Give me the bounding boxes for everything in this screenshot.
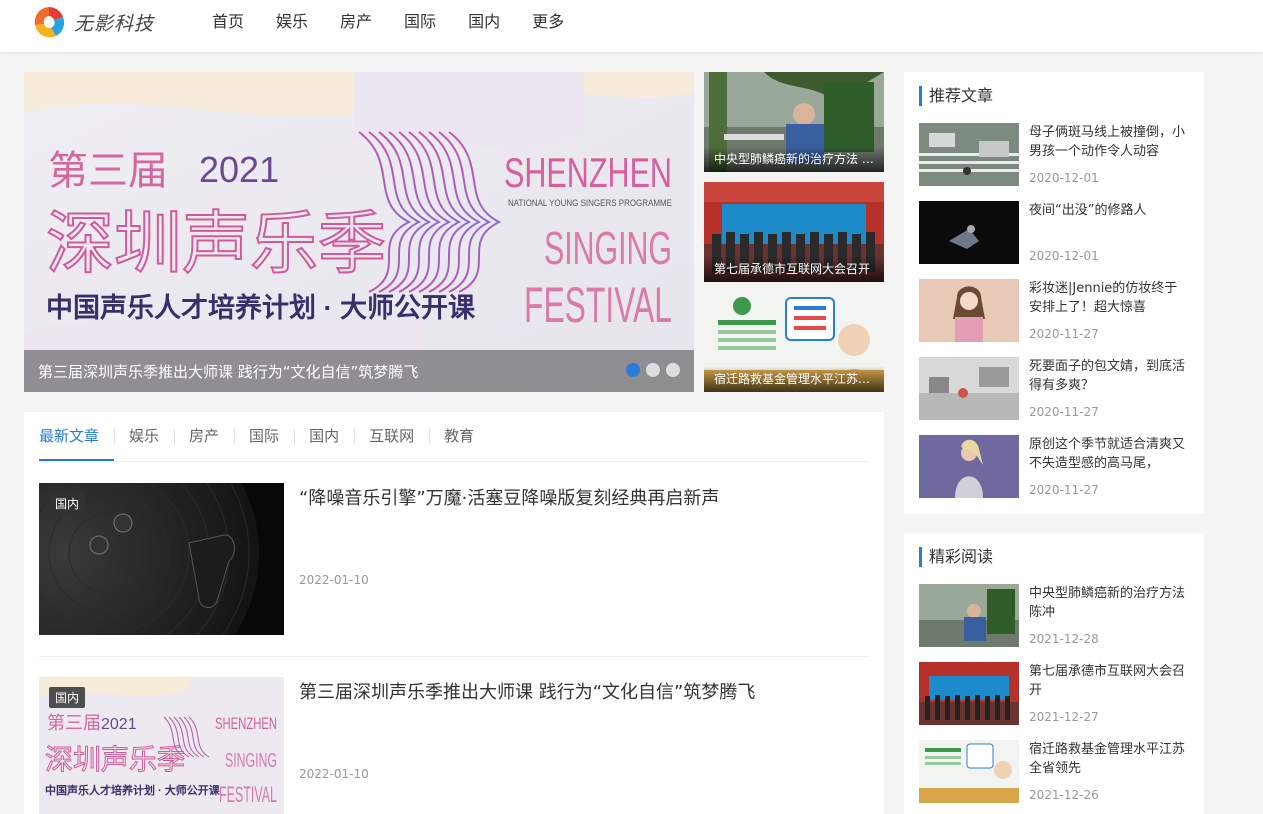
sidebar-thumb	[919, 357, 1019, 420]
slider-dots	[626, 363, 680, 377]
article-item[interactable]: 国内 “降噪音乐引擎”万魔·活塞豆降噪版复刻经典再启新声 2022-01-10	[39, 483, 869, 657]
nav-more[interactable]: 更多	[516, 0, 580, 44]
sidebar-thumb	[919, 584, 1019, 647]
article-date: 2022-01-10	[299, 767, 369, 781]
slider-dot-3[interactable]	[666, 363, 680, 377]
nav-realestate[interactable]: 房产	[324, 0, 388, 44]
festival-thumb-en3: FESTIVAL	[219, 782, 277, 807]
tab-education[interactable]: 教育	[429, 412, 489, 461]
banner-big-title: 深圳声乐季	[46, 206, 386, 282]
festival-thumb-sub: 中国声乐人才培养计划 · 大师公开课	[45, 783, 221, 797]
logo-icon	[34, 7, 65, 38]
sidebar-thumb	[919, 279, 1019, 342]
sidebar-article-date: 2020-11-27	[1029, 483, 1099, 497]
sidebar-thumb	[919, 662, 1019, 725]
sidebar-article-date: 2020-12-01	[1029, 249, 1099, 263]
festival-thumb-line1: 第三届	[47, 713, 101, 733]
sidebar-article[interactable]: 宿迁路救基金管理水平江苏全省领先 2021-12-26	[919, 740, 1189, 804]
sidebar-article-date: 2020-11-27	[1029, 405, 1099, 419]
category-tabs: 最新文章 娱乐 房产 国际 国内 互联网 教育	[39, 412, 869, 462]
festival-thumb-en2: SINGING	[225, 750, 277, 772]
tab-realestate[interactable]: 房产	[174, 412, 234, 461]
sidebar-article[interactable]: 彩妆迷|Jennie的仿妆终于安排上了！超大惊喜 2020-11-27	[919, 279, 1189, 343]
article-list-panel: 最新文章 娱乐 房产 国际 国内 互联网 教育 国内 “降噪音乐引擎”万魔·活塞…	[24, 412, 884, 814]
tab-latest[interactable]: 最新文章	[39, 412, 115, 461]
recommended-title: 推荐文章	[919, 86, 993, 106]
article-thumbnail[interactable]: 国内	[39, 483, 284, 635]
site-logo[interactable]: 无影科技	[30, 2, 154, 42]
festival-thumb-big: 深圳声乐季	[45, 744, 185, 775]
banner-subtitle: 中国声乐人才培养计划 · 大师公开课	[46, 292, 476, 323]
article-tag[interactable]: 国内	[49, 493, 86, 514]
sidebar-article-title: 彩妆迷|Jennie的仿妆终于安排上了！超大惊喜	[1029, 281, 1178, 315]
nav-home[interactable]: 首页	[196, 0, 260, 44]
nav-international[interactable]: 国际	[388, 0, 452, 44]
sidebar-article[interactable]: 死要面子的包文婧，到底活得有多爽？ 2020-11-27	[919, 357, 1189, 421]
banner-en-small: NATIONAL YOUNG SINGERS PROGRAMME	[508, 198, 672, 208]
sidebar-article-title: 中央型肺鳞癌新的治疗方法 陈冲	[1029, 586, 1186, 620]
sidebar-article-date: 2020-12-01	[1029, 171, 1099, 185]
featured-thumb[interactable]: 第七届承德市互联网大会召开	[704, 182, 884, 282]
article-date: 2022-01-10	[299, 573, 369, 587]
banner-year: 2021	[199, 149, 279, 190]
sidebar-article-date: 2021-12-27	[1029, 710, 1099, 724]
sidebar-article-date: 2020-11-27	[1029, 327, 1099, 341]
site-header: 无影科技 首页 娱乐 房产 国际 国内 更多	[0, 0, 1263, 52]
festival-thumb-year: 2021	[101, 716, 137, 733]
slider-dot-1[interactable]	[626, 363, 640, 377]
festival-thumb-en1: SHENZHEN	[215, 714, 277, 733]
featured-thumbs: 中央型肺鳞癌新的治疗方法 陈冲 第七届承德市互联网大会召开 宿迁路救基金管理水平…	[704, 72, 884, 402]
tab-international[interactable]: 国际	[234, 412, 294, 461]
sidebar-thumb	[919, 123, 1019, 186]
slider-dot-2[interactable]	[646, 363, 660, 377]
article-item[interactable]: 第三届 2021 深圳声乐季 中国声乐人才培养计划 · 大师公开课 SHENZH…	[39, 677, 869, 814]
thumb-caption: 中央型肺鳞癌新的治疗方法 陈冲	[704, 146, 884, 172]
featured-title: 精彩阅读	[919, 547, 993, 567]
banner-line1: 第三届	[48, 149, 168, 193]
sidebar-article[interactable]: 第七届承德市互联网大会召开 2021-12-27	[919, 662, 1189, 726]
sidebar-article-date: 2021-12-28	[1029, 632, 1099, 646]
sidebar-thumb	[919, 201, 1019, 264]
sidebar-article-title: 死要面子的包文婧，到底活得有多爽？	[1029, 359, 1186, 393]
nav-entertainment[interactable]: 娱乐	[260, 0, 324, 44]
brand-name: 无影科技	[74, 12, 155, 35]
recommended-panel: 推荐文章 母子俩斑马线上被撞倒，小男孩一个动作令人动容 2020-12-01 夜…	[904, 72, 1204, 514]
sidebar-thumb	[919, 740, 1019, 803]
sidebar-article-title: 夜间“出没”的修路人	[1029, 203, 1147, 218]
article-thumbnail[interactable]: 第三届 2021 深圳声乐季 中国声乐人才培养计划 · 大师公开课 SHENZH…	[39, 677, 284, 814]
thumb-caption: 第七届承德市互联网大会召开	[704, 256, 884, 282]
sidebar-article[interactable]: 中央型肺鳞癌新的治疗方法 陈冲 2021-12-28	[919, 584, 1189, 648]
sidebar-article[interactable]: 原创这个季节就适合清爽又不失造型感的高马尾， 2020-11-27	[919, 435, 1189, 499]
featured-thumb[interactable]: 宿迁路救基金管理水平江苏全省领先	[704, 292, 884, 392]
banner-en-festival: FESTIVAL	[524, 277, 672, 333]
banner-en-shenzhen: SHENZHEN	[504, 149, 672, 196]
featured-panel: 精彩阅读 中央型肺鳞癌新的治疗方法 陈冲 2021-12-28 第七届承德市互联…	[904, 533, 1204, 814]
sidebar-article-date: 2021-12-26	[1029, 788, 1099, 802]
sidebar-article-title: 宿迁路救基金管理水平江苏全省领先	[1029, 742, 1186, 776]
slide-caption[interactable]: 第三届深圳声乐季推出大师课 践行为“文化自信”筑梦腾飞	[38, 361, 418, 382]
slide-image: 第三届 2021 深圳声乐季 中国声乐人才培养计划 · 大师公开课 SHENZH…	[24, 72, 694, 392]
article-title[interactable]: “降噪音乐引擎”万魔·活塞豆降噪版复刻经典再启新声	[299, 484, 719, 510]
sidebar-article-title: 第七届承德市互联网大会召开	[1029, 664, 1186, 698]
article-divider	[39, 656, 869, 657]
sidebar-article-title: 原创这个季节就适合清爽又不失造型感的高马尾，	[1029, 437, 1186, 471]
tab-domestic[interactable]: 国内	[294, 412, 354, 461]
article-title[interactable]: 第三届深圳声乐季推出大师课 践行为“文化自信”筑梦腾飞	[299, 678, 755, 704]
banner-en-singing: SINGING	[544, 222, 672, 274]
slide-caption-bar: 第三届深圳声乐季推出大师课 践行为“文化自信”筑梦腾飞	[24, 350, 694, 392]
tab-internet[interactable]: 互联网	[354, 412, 429, 461]
tab-entertainment[interactable]: 娱乐	[114, 412, 174, 461]
sidebar-article[interactable]: 母子俩斑马线上被撞倒，小男孩一个动作令人动容 2020-12-01	[919, 123, 1189, 187]
sidebar-article[interactable]: 夜间“出没”的修路人 2020-12-01	[919, 201, 1189, 265]
main-nav: 首页 娱乐 房产 国际 国内 更多	[196, 0, 580, 44]
hero-slider[interactable]: 第三届 2021 深圳声乐季 中国声乐人才培养计划 · 大师公开课 SHENZH…	[24, 72, 694, 392]
sidebar-thumb	[919, 435, 1019, 498]
article-tag[interactable]: 国内	[49, 687, 86, 708]
featured-thumb[interactable]: 中央型肺鳞癌新的治疗方法 陈冲	[704, 72, 884, 172]
thumb-caption: 宿迁路救基金管理水平江苏全省领先	[704, 366, 884, 392]
nav-domestic[interactable]: 国内	[452, 0, 516, 44]
sidebar-article-title: 母子俩斑马线上被撞倒，小男孩一个动作令人动容	[1029, 125, 1186, 159]
